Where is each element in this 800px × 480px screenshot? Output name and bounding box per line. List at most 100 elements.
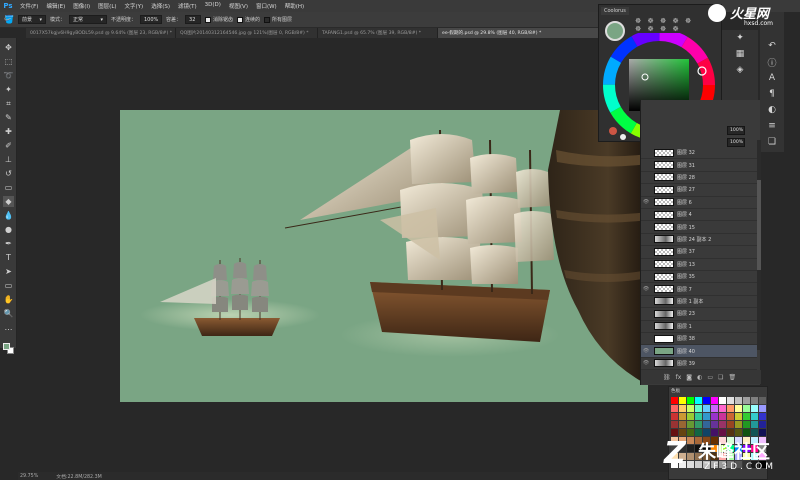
color-swatch[interactable] [687, 413, 694, 420]
info-icon[interactable]: ⓘ [766, 56, 778, 69]
fill-source-select[interactable]: 前景 ▾ [17, 15, 46, 24]
path-selection-tool-icon[interactable]: ➤ [3, 266, 14, 277]
layer-mask-icon[interactable]: ◙ [686, 374, 692, 381]
color-swatch[interactable] [719, 413, 726, 420]
color-swatch[interactable] [711, 421, 718, 428]
color-swatch[interactable] [759, 405, 766, 412]
color-swatch[interactable] [751, 405, 758, 412]
layer-row[interactable]: 图层 27 [641, 184, 757, 197]
color-swatch[interactable] [703, 413, 710, 420]
shape-tool-icon[interactable]: ▭ [3, 280, 14, 291]
document-tab[interactable]: 0017X57kgjv6H9gyBODL59.psd @ 9.64% (图层 2… [26, 28, 176, 38]
color-swatch[interactable] [687, 421, 694, 428]
layer-row[interactable]: 图层 38 [641, 333, 757, 346]
menu-item[interactable]: 滤镜(T) [174, 2, 201, 10]
layer-fill-input[interactable]: 100% [727, 138, 745, 147]
crop-tool-icon[interactable]: ⌗ [3, 98, 14, 109]
document-canvas[interactable] [120, 110, 648, 402]
antialias-checkbox[interactable]: 消除锯齿 [205, 16, 233, 23]
contiguous-checkbox[interactable]: 连续的 [237, 16, 260, 23]
document-tab[interactable]: QQ图片20140312164546.jpg @ 121%(图层 0, RGB/… [176, 28, 318, 38]
layer-row[interactable]: 图层 4 [641, 209, 757, 222]
layers-icon[interactable]: ❏ [766, 136, 778, 148]
color-swatch[interactable] [743, 397, 750, 404]
dodge-tool-icon[interactable]: ● [3, 224, 14, 235]
menu-item[interactable]: 文字(Y) [121, 2, 148, 10]
layer-style-icon[interactable]: fx [676, 374, 682, 381]
layers-scrollbar-thumb[interactable] [757, 180, 761, 270]
color-swatch[interactable] [711, 413, 718, 420]
visibility-eye-icon[interactable]: 👁 [641, 360, 651, 366]
color-swatch[interactable] [687, 405, 694, 412]
color-swatch[interactable] [759, 413, 766, 420]
visibility-eye-icon[interactable]: 👁 [641, 286, 651, 292]
color-swatch[interactable] [743, 413, 750, 420]
document-tab[interactable]: ee-假期的.psd @ 29.8% (图层 40, RGB/8#) * [438, 28, 600, 38]
pen-tool-icon[interactable]: ✒ [3, 238, 14, 249]
new-group-icon[interactable]: ▭ [707, 374, 713, 381]
color-swatch[interactable] [719, 421, 726, 428]
color-swatch[interactable] [679, 413, 686, 420]
menu-item[interactable]: 图像(I) [69, 2, 94, 10]
swatches-tab[interactable]: 色板 [671, 388, 680, 394]
paint-bucket-icon[interactable]: 🪣 [4, 15, 14, 24]
color-swatch[interactable] [735, 397, 742, 404]
adjustment-layer-icon[interactable]: ◐ [697, 374, 702, 381]
layer-row[interactable]: 👁 图层 6 [641, 197, 757, 209]
layer-row[interactable]: 图层 24 副本 2 [641, 234, 757, 247]
visibility-eye-icon[interactable]: 👁 [641, 348, 651, 354]
layer-opacity-input[interactable]: 100% [727, 126, 745, 135]
color-swatch[interactable] [687, 397, 694, 404]
layer-row[interactable]: 图层 1 副本 [641, 296, 757, 309]
color-swatch[interactable] [695, 413, 702, 420]
layer-row[interactable]: 图层 1 [641, 321, 757, 333]
color-swatch[interactable] [727, 413, 734, 420]
foreground-color-swatch[interactable] [3, 343, 10, 350]
magic-wand-tool-icon[interactable]: ✦ [3, 84, 14, 95]
color-swatch[interactable] [743, 421, 750, 428]
paint-bucket-tool-icon[interactable]: ◆ [3, 196, 14, 207]
character-icon[interactable]: A [766, 72, 778, 84]
color-swatch[interactable] [727, 397, 734, 404]
menu-item[interactable]: 编辑(E) [42, 2, 69, 10]
hand-tool-icon[interactable]: ✋ [3, 294, 14, 305]
edit-toolbar-icon[interactable]: … [3, 322, 14, 333]
color-swatch[interactable] [711, 405, 718, 412]
color-swatch[interactable] [751, 397, 758, 404]
zoom-tool-icon[interactable]: 🔍 [3, 308, 14, 319]
type-tool-icon[interactable]: T [3, 252, 14, 263]
layer-row[interactable]: 图层 23 [641, 308, 757, 321]
visibility-eye-icon[interactable]: 👁 [641, 199, 651, 205]
color-swatch[interactable] [695, 405, 702, 412]
move-tool-icon[interactable]: ✥ [3, 42, 14, 53]
layer-row[interactable]: 图层 28 [641, 172, 757, 185]
swatch-icon[interactable]: ▦ [734, 48, 746, 60]
layers-scrollbar[interactable] [757, 140, 761, 350]
styles-icon[interactable]: ◈ [734, 64, 746, 76]
document-tab[interactable]: TAFANG1.psd @ 65.7% (图层 39, RGB/8#) * [318, 28, 438, 38]
adjustments-icon[interactable]: ◐ [766, 104, 778, 116]
color-swatch[interactable] [751, 421, 758, 428]
color-swatch[interactable] [671, 397, 678, 404]
menu-item[interactable]: 视图(V) [225, 2, 252, 10]
all-layers-checkbox[interactable]: 所有图层 [264, 16, 292, 23]
color-swatch[interactable] [679, 421, 686, 428]
eraser-tool-icon[interactable]: ▭ [3, 182, 14, 193]
properties-icon[interactable]: ≡ [766, 120, 778, 132]
color-swatch[interactable] [727, 405, 734, 412]
color-swatch[interactable] [719, 405, 726, 412]
color-swatch[interactable] [703, 405, 710, 412]
tolerance-input[interactable]: 32 [185, 15, 202, 24]
color-swatch[interactable] [743, 405, 750, 412]
layer-row[interactable]: 图层 35 [641, 271, 757, 284]
menu-item[interactable]: 文件(F) [16, 2, 42, 10]
color-swatch[interactable] [703, 421, 710, 428]
link-layers-icon[interactable]: ⛓ [663, 374, 671, 381]
color-swatch[interactable] [703, 397, 710, 404]
menu-item[interactable]: 3D(D) [201, 2, 225, 10]
menu-item[interactable]: 选择(S) [147, 2, 174, 10]
eyedropper-tool-icon[interactable]: ✎ [3, 112, 14, 123]
color-swatch[interactable] [671, 405, 678, 412]
color-swatch[interactable] [679, 397, 686, 404]
menu-item[interactable]: 图层(L) [94, 2, 120, 10]
